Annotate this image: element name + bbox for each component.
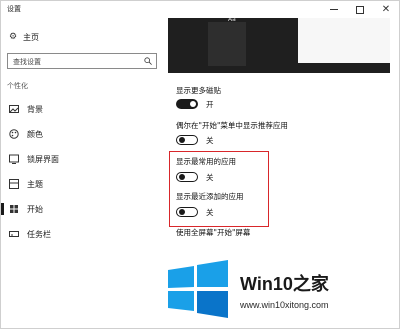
toggle-knob (190, 101, 196, 107)
toggle-more-tiles[interactable] (176, 99, 198, 109)
sidebar-item-label: 背景 (27, 104, 43, 114)
watermark-url: www.win10xitong.com (240, 300, 329, 310)
search-placeholder: 查找设置 (13, 58, 41, 66)
toggle-state-label: 开 (206, 100, 214, 109)
settings-window: 设置 ✕ ⚙ 主页 查找设置 个性化 背景 颜色 锁屏界面 主题 开始 任务栏 … (0, 0, 400, 329)
lockscreen-icon (9, 154, 19, 164)
sidebar-item-colors[interactable]: 颜色 (1, 125, 161, 143)
window-title: 设置 (7, 5, 21, 13)
sidebar-item-label: 主题 (27, 179, 43, 189)
title-bar: 设置 ✕ (1, 1, 399, 18)
palette-icon (9, 129, 19, 139)
sidebar: ⚙ 主页 查找设置 个性化 背景 颜色 锁屏界面 主题 开始 任务栏 (1, 18, 163, 328)
toggle-suggestions[interactable] (176, 135, 198, 145)
close-icon: ✕ (381, 3, 391, 15)
gear-icon: ⚙ (9, 32, 18, 42)
watermark: Win10之家 www.win10xitong.com (166, 256, 396, 326)
search-icon (144, 57, 152, 65)
toggle-knob (179, 137, 185, 143)
sidebar-item-start[interactable]: 开始 (1, 200, 161, 218)
sidebar-item-label: 任务栏 (27, 229, 51, 239)
minimize-button[interactable] (321, 1, 347, 18)
setting-label-suggestions: 偶尔在"开始"菜单中显示推荐应用 (176, 121, 288, 130)
search-input[interactable]: 查找设置 (7, 53, 157, 69)
preview-sample-text: Aa (228, 18, 236, 23)
setting-label-fullscreen-start: 使用全屏幕"开始"屏幕 (176, 228, 251, 237)
brand-right: 之家 (292, 274, 329, 294)
maximize-button[interactable] (347, 1, 373, 18)
brand-left: Win10 (240, 274, 293, 294)
sidebar-item-themes[interactable]: 主题 (1, 175, 161, 193)
section-heading: 个性化 (7, 82, 28, 90)
sidebar-item-home[interactable]: ⚙ 主页 (9, 29, 39, 45)
theme-icon (9, 179, 19, 189)
highlight-box (169, 151, 269, 227)
sidebar-item-background[interactable]: 背景 (1, 100, 161, 118)
sidebar-item-label: 锁屏界面 (27, 154, 59, 164)
watermark-brand: Win10之家 (240, 270, 329, 296)
windows-logo-icon (168, 260, 228, 318)
sidebar-item-label: 开始 (27, 204, 43, 214)
start-preview-image: Aa (168, 18, 390, 73)
sidebar-item-lockscreen[interactable]: 锁屏界面 (1, 150, 161, 168)
toggle-state-label: 关 (206, 136, 214, 145)
picture-icon (9, 104, 19, 114)
preview-window (298, 18, 390, 63)
home-label: 主页 (23, 32, 39, 42)
sidebar-item-label: 颜色 (27, 129, 43, 139)
minimize-icon (330, 9, 338, 10)
close-button[interactable]: ✕ (373, 1, 399, 18)
maximize-icon (356, 5, 364, 14)
preview-tiles (208, 22, 246, 66)
taskbar-icon (9, 229, 19, 239)
sidebar-item-taskbar[interactable]: 任务栏 (1, 225, 161, 243)
setting-label-more-tiles: 显示更多磁贴 (176, 86, 221, 95)
start-icon (9, 204, 19, 214)
